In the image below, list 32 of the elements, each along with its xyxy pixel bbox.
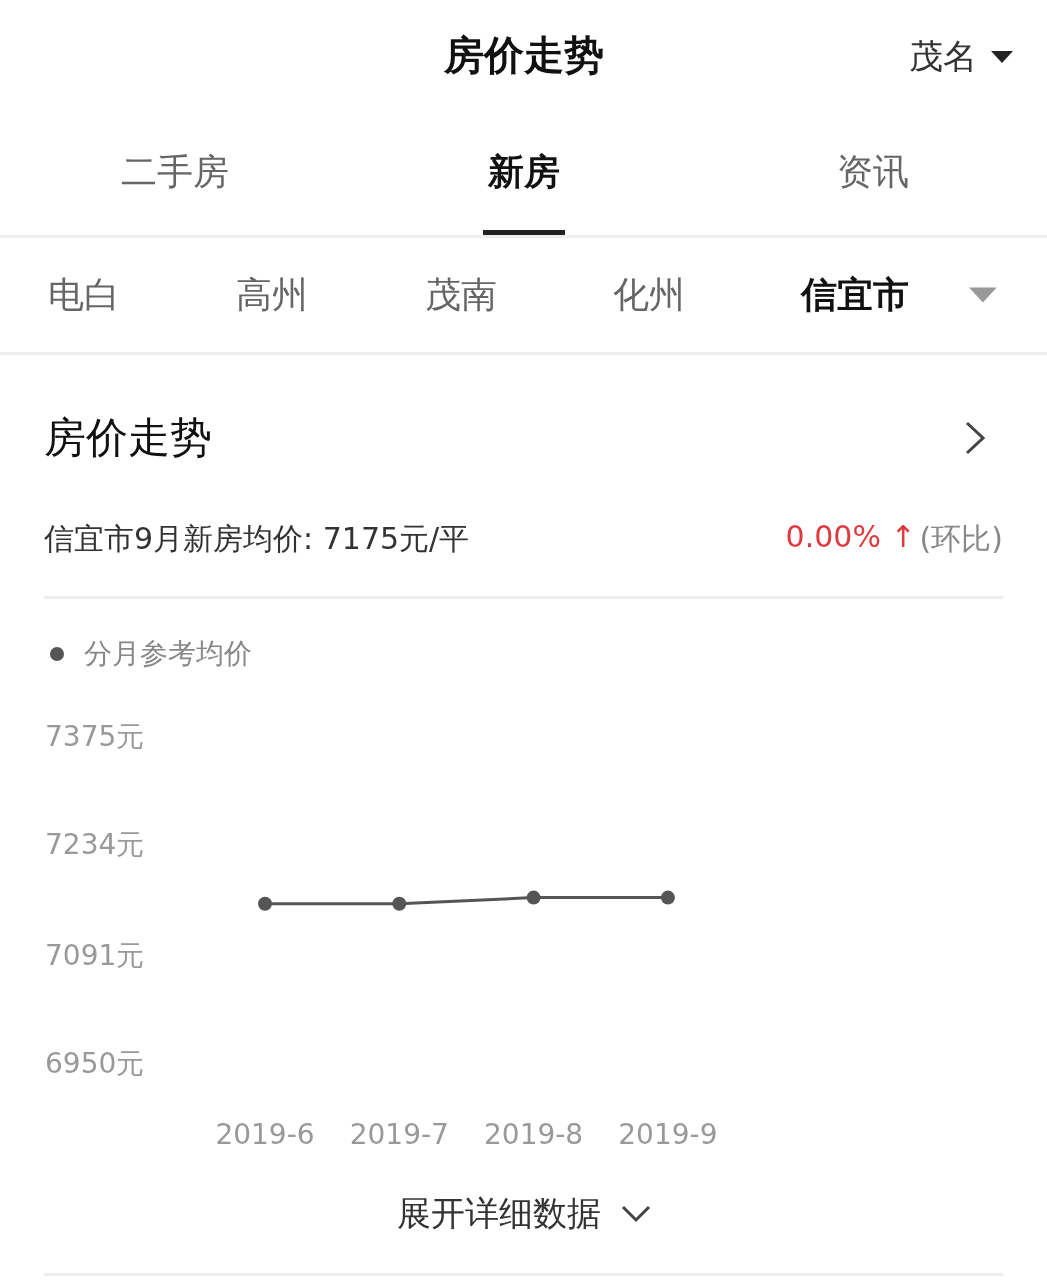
city-selector[interactable]: 茂名 <box>909 34 1013 80</box>
change-note: (环比) <box>919 519 1003 558</box>
expand-button[interactable]: 展开详细数据 <box>396 1191 651 1237</box>
page-title: 房价走势 <box>443 30 604 80</box>
tab[interactable]: 资讯 <box>698 110 1047 235</box>
caret-icon <box>991 51 1013 63</box>
chevron-right-icon[interactable] <box>965 420 985 455</box>
data-point <box>526 890 541 905</box>
district-tab[interactable]: 化州 <box>612 270 781 320</box>
data-point <box>258 896 272 911</box>
axis-label: 2019-8 <box>484 1118 584 1151</box>
district-tab[interactable]: 茂南 <box>424 270 593 320</box>
data-point <box>660 890 675 905</box>
legend-label: 分月参考均价 <box>84 636 252 672</box>
data-point <box>392 896 407 911</box>
district-tab[interactable]: 电白 <box>48 270 217 320</box>
axis-label: 2019-9 <box>618 1118 718 1151</box>
axis-label: 7091元 <box>45 938 145 972</box>
district-tab[interactable]: 信宜市 <box>801 270 970 320</box>
axis-label: 6950元 <box>45 1047 145 1080</box>
dropdown-icon[interactable] <box>969 287 997 303</box>
tab[interactable]: 新房 <box>349 110 698 235</box>
district-tab[interactable]: 高州 <box>236 270 405 320</box>
price-summary: 信宜市9月新房均价: 7175元/平 <box>44 519 470 558</box>
axis-label: 7234元 <box>45 828 145 862</box>
section-title: 房价走势 <box>44 411 212 464</box>
chevron-down-icon <box>620 1205 651 1223</box>
axis-label: 2019-6 <box>215 1118 315 1151</box>
change-value: 0.00% ↑ <box>785 518 916 556</box>
tab[interactable]: 二手房 <box>0 110 349 235</box>
axis-label: 2019-7 <box>349 1118 449 1151</box>
axis-label: 7375元 <box>45 720 145 753</box>
